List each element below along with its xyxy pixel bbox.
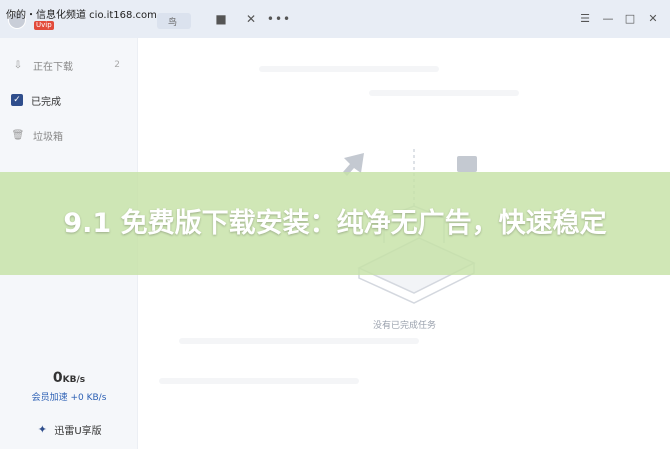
menu-icon[interactable]: ☰ <box>577 10 593 26</box>
speed-value: 0 <box>52 370 63 386</box>
trash-icon: 🗑 <box>11 129 25 141</box>
thunder-logo-icon: ✦ <box>37 422 47 436</box>
placeholder-row <box>179 338 419 344</box>
placeholder-row <box>159 378 359 384</box>
download-count: 2 <box>114 60 120 70</box>
sidebar-item-label: 垃圾箱 <box>33 131 63 143</box>
member-speed-link[interactable]: 会员加速 +0 KB/s <box>0 390 138 403</box>
minimize-icon[interactable]: — <box>600 10 616 26</box>
download-icon: ⇩ <box>13 59 23 71</box>
u-version-label: 迅雷U享版 <box>54 425 102 437</box>
banner-text: 9.1 免费版下载安装：纯净无广告，快速稳定 <box>63 207 607 239</box>
app-window: Uvip 鸟 ■ ✕ ••• ☰ — □ ✕ 你的・信息化频道 cio.it16… <box>0 0 670 449</box>
folder-icon[interactable]: ■ <box>212 10 230 28</box>
watermark: 你的・信息化频道 cio.it168.com <box>6 10 157 21</box>
placeholder-row <box>259 66 439 72</box>
check-icon: ✓ <box>11 94 23 106</box>
sidebar-item-label: 已完成 <box>31 96 61 108</box>
more-icon[interactable]: ••• <box>267 10 290 28</box>
download-speed: 0KB/s <box>0 367 138 386</box>
sidebar-item-label: 正在下载 <box>33 61 73 73</box>
brand-chip-label: 鸟 <box>168 18 178 28</box>
sidebar-item-trash[interactable]: 🗑 垃圾箱 <box>0 118 138 152</box>
speed-unit: KB/s <box>62 375 86 385</box>
overlay-banner: 9.1 免费版下载安装：纯净无广告，快速稳定 <box>0 172 670 275</box>
vip-badge: Uvip <box>34 21 54 30</box>
close-icon[interactable]: ✕ <box>242 10 260 28</box>
placeholder-row <box>369 90 519 96</box>
maximize-icon[interactable]: □ <box>622 10 638 26</box>
sidebar-item-completed[interactable]: ✓ 已完成 <box>0 83 138 117</box>
window-close-icon[interactable]: ✕ <box>645 10 661 26</box>
sidebar-item-downloading[interactable]: ⇩ 正在下载 2 <box>0 48 138 82</box>
empty-state-text: 没有已完成任务 <box>372 321 436 331</box>
brand-chip[interactable]: 鸟 <box>157 13 191 29</box>
u-version-button[interactable]: ✦ 迅雷U享版 <box>0 418 138 440</box>
